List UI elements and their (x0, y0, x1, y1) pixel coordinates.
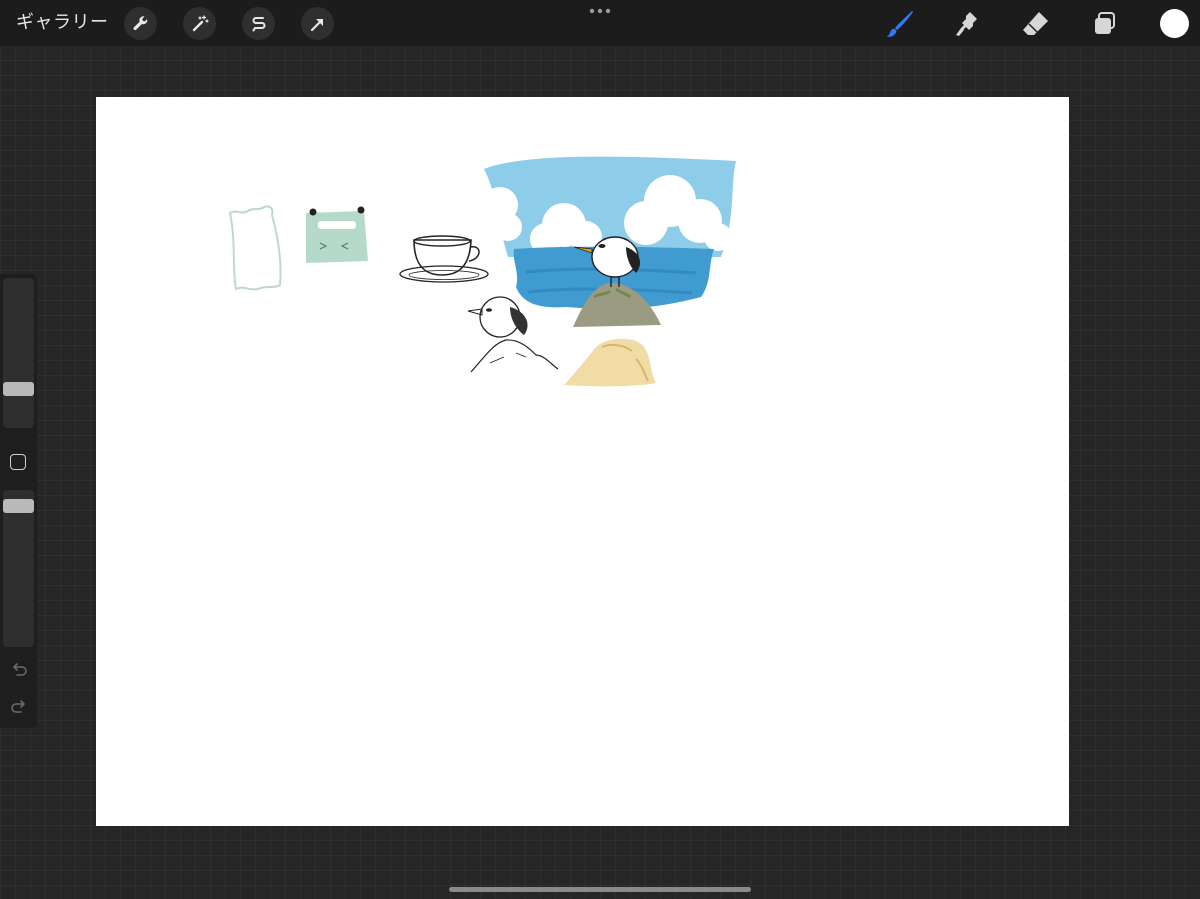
brush-icon (886, 11, 913, 37)
more-options-icon[interactable] (588, 6, 612, 16)
modify-button[interactable] (10, 454, 26, 470)
left-sidebar (0, 274, 37, 728)
brush-tool-button[interactable] (883, 7, 917, 41)
top-toolbar: ギャラリー (0, 0, 1200, 46)
transform-arrow-icon (310, 18, 323, 31)
adjustments-button[interactable] (183, 7, 216, 40)
smudge-tool-button[interactable] (950, 7, 984, 41)
layers-icon (1095, 12, 1115, 34)
actions-button[interactable] (124, 7, 157, 40)
transform-button[interactable] (301, 7, 334, 40)
drawing-canvas[interactable] (96, 97, 1069, 826)
smudge-icon (956, 12, 977, 36)
eraser-icon (1023, 12, 1048, 35)
opacity-slider[interactable] (3, 490, 34, 647)
redo-icon[interactable] (9, 697, 29, 717)
selection-icon (252, 16, 265, 31)
home-indicator (449, 887, 751, 892)
selection-button[interactable] (242, 7, 275, 40)
brush-size-handle[interactable] (3, 382, 34, 396)
eraser-tool-button[interactable] (1019, 7, 1053, 41)
layers-button[interactable] (1088, 7, 1122, 41)
color-picker-button[interactable] (1160, 9, 1189, 38)
undo-icon[interactable] (9, 660, 29, 680)
artwork (228, 156, 736, 387)
gallery-button[interactable]: ギャラリー (16, 10, 109, 36)
opacity-handle[interactable] (3, 499, 34, 513)
brush-size-slider[interactable] (3, 278, 34, 428)
wrench-icon (133, 15, 147, 30)
magic-wand-icon (192, 14, 209, 31)
